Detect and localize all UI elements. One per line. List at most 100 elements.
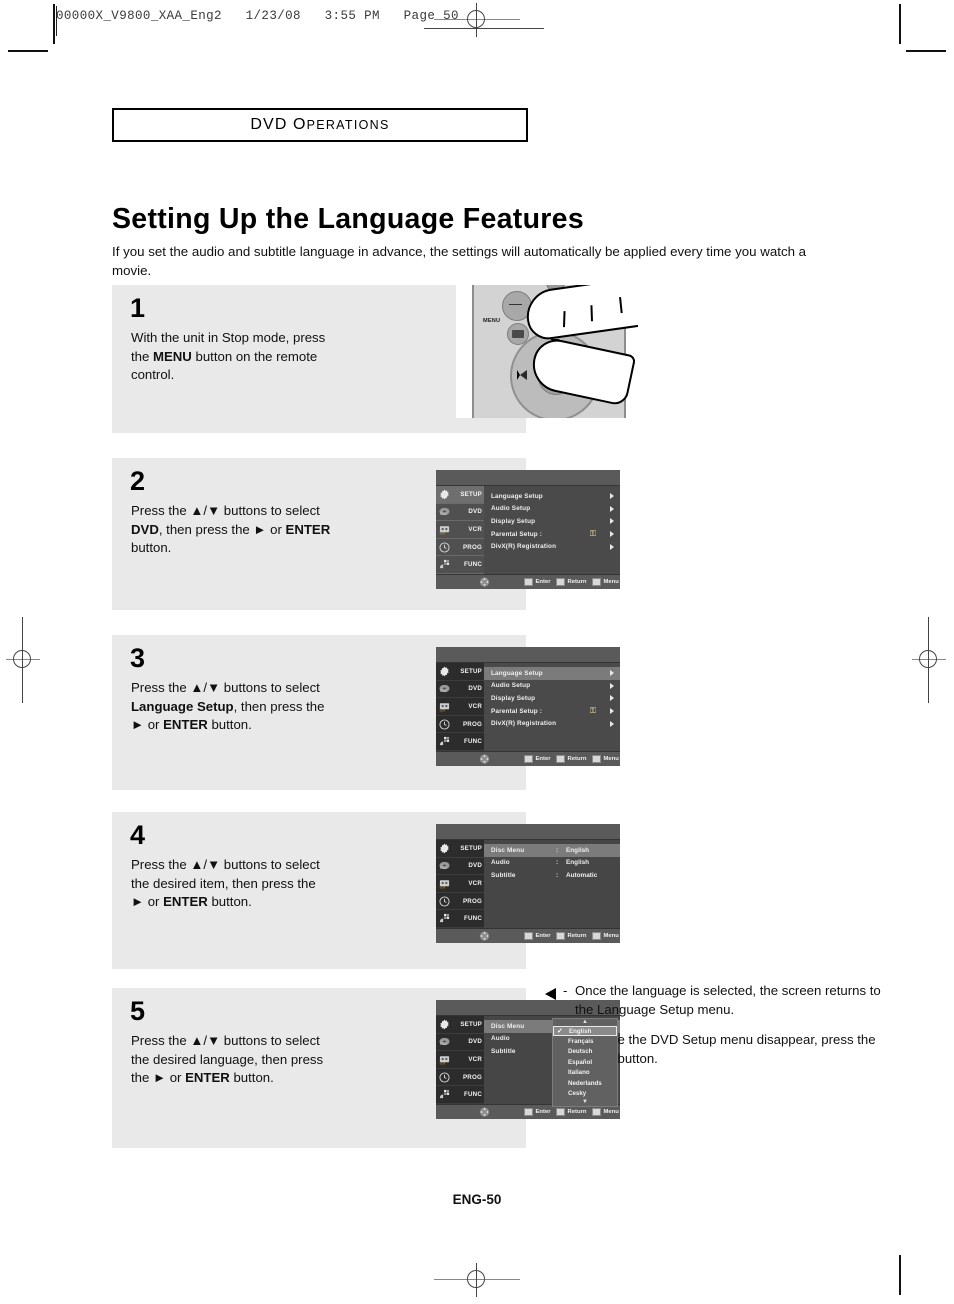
clock-icon: [439, 896, 450, 907]
osd-sidebar-item-dvd[interactable]: DVD DVD: [436, 1034, 484, 1052]
osd-menu-item-language-setup[interactable]: Language Setup: [484, 667, 620, 680]
osd-footer-menu: Menu: [592, 932, 619, 940]
osd-sidebar-item-vcr[interactable]: VCR VCR: [436, 875, 484, 893]
osd-sidebar-item-func[interactable]: FUNC: [436, 733, 484, 751]
prepress-underline: [424, 28, 544, 29]
osd-footer-enter: Enter: [524, 932, 551, 940]
step-block-5: 5 Press the ▲/▼ buttons to select the de…: [112, 988, 620, 1148]
enter-key-icon: [524, 932, 533, 940]
registration-mark-bottom: [434, 1263, 520, 1297]
clock-icon: [439, 1072, 450, 1083]
osd-menu-item-display-setup[interactable]: Display Setup: [484, 515, 620, 528]
osd-colon: :: [556, 846, 559, 854]
language-option-italiano[interactable]: Italiano: [553, 1068, 617, 1078]
osd-language-label: Subtitle: [491, 1047, 516, 1055]
menu-key-icon: [592, 578, 601, 586]
osd-sidebar-item-vcr[interactable]: VCR VCR: [436, 1051, 484, 1069]
osd-sidebar-item-func[interactable]: FUNC: [436, 910, 484, 928]
section-header-word-first: O: [293, 116, 307, 133]
osd-titlebar: [436, 470, 620, 486]
step-text-2: Press the ▲/▼ buttons to select DVD, the…: [131, 502, 331, 558]
cassette-icon: VCR: [439, 1054, 450, 1065]
osd-menu-item-language-setup[interactable]: Language Setup: [484, 490, 620, 503]
osd-sidebar-label-func: FUNC: [464, 561, 482, 569]
osd-sidebar-label-setup: SETUP: [460, 667, 482, 675]
return-key-icon: [556, 755, 565, 763]
menu-key-icon: [592, 1108, 601, 1116]
osd-sidebar-label-prog: PROG: [462, 720, 482, 728]
osd-sidebar-item-dvd[interactable]: DVD DVD: [436, 504, 484, 522]
osd-menu-item-parental-setup[interactable]: Parental Setup : ⚿: [484, 705, 620, 718]
enter-key-icon: [524, 578, 533, 586]
minus-glyph: —: [509, 296, 522, 311]
note-dash: -: [563, 983, 568, 998]
osd-sidebar-item-setup[interactable]: SETUP: [436, 663, 484, 681]
osd-menu-label: Display Setup: [491, 694, 536, 702]
osd-language-item-audio[interactable]: Audio : English: [484, 857, 620, 870]
language-option-deutsch[interactable]: Deutsch: [553, 1047, 617, 1057]
function-grid-icon: [439, 913, 450, 924]
osd-sidebar-label-dvd: DVD: [468, 508, 482, 516]
osd-menu-item-audio-setup[interactable]: Audio Setup: [484, 680, 620, 693]
osd-sidebar-item-vcr[interactable]: VCR VCR: [436, 698, 484, 716]
step-text-3-bold-enter: ENTER: [163, 717, 208, 733]
osd-sidebar-item-prog[interactable]: PROG: [436, 539, 484, 557]
osd-sidebar-item-func[interactable]: FUNC: [436, 1086, 484, 1104]
step-block-1: 1 With the unit in Stop mode, press the …: [112, 285, 638, 433]
language-option-english[interactable]: ✓ English: [553, 1026, 617, 1037]
osd-sidebar-item-prog[interactable]: PROG: [436, 716, 484, 734]
osd-sidebar-item-dvd[interactable]: DVD DVD: [436, 681, 484, 699]
step-number-2: 2: [130, 466, 146, 496]
language-option-francais[interactable]: Français: [553, 1036, 617, 1046]
language-options-dropdown[interactable]: ▲ ✓ English Français Deutsch Español Ita…: [552, 1018, 618, 1107]
osd-menu-item-parental-setup[interactable]: Parental Setup : ⚿: [484, 528, 620, 541]
osd-sidebar-item-vcr[interactable]: VCR VCR: [436, 521, 484, 539]
step-text-3: Press the ▲/▼ buttons to select Language…: [131, 679, 331, 735]
osd-sidebar: SETUP DVD DVD VCR VCR PROG FUNC: [436, 486, 484, 574]
osd-sidebar-item-setup[interactable]: SETUP: [436, 486, 484, 504]
osd-sidebar-item-prog[interactable]: PROG: [436, 1069, 484, 1087]
cassette-icon: VCR: [439, 524, 450, 535]
language-option-espanol[interactable]: Español: [553, 1057, 617, 1067]
osd-setup-menu-list: Language Setup Audio Setup Display Setup…: [484, 663, 620, 751]
osd-sidebar-item-dvd[interactable]: DVD DVD: [436, 858, 484, 876]
osd-language-label: Subtitle: [491, 871, 516, 879]
scroll-down-arrow-icon[interactable]: ▼: [553, 1099, 617, 1106]
language-option-cesky[interactable]: Cesky: [553, 1088, 617, 1098]
osd-footer-return: Return: [556, 578, 586, 586]
language-option-nederlands[interactable]: Nederlands: [553, 1078, 617, 1088]
osd-sidebar-item-prog[interactable]: PROG: [436, 893, 484, 911]
chevron-right-icon: [610, 543, 614, 550]
osd-footer-menu: Menu: [592, 1108, 619, 1116]
clock-icon: [439, 719, 450, 730]
osd-sidebar-item-func[interactable]: FUNC: [436, 556, 484, 574]
osd-menu-item-display-setup[interactable]: Display Setup: [484, 692, 620, 705]
osd-footer-enter: Enter: [524, 1108, 551, 1116]
osd-sidebar: SETUP DVD DVD VCR VCR PROG FUNC: [436, 840, 484, 928]
enter-key-icon: [524, 1108, 533, 1116]
step-text-1-bold-menu: MENU: [153, 348, 192, 364]
osd-colon: :: [556, 871, 559, 879]
osd-sidebar-label-dvd: DVD: [468, 862, 482, 870]
osd-menu-item-audio-setup[interactable]: Audio Setup: [484, 503, 620, 516]
section-header-box: DVD OPERATIONS: [112, 108, 528, 142]
osd-sidebar: SETUP DVD DVD VCR VCR PROG FUNC: [436, 663, 484, 751]
osd-sidebar-item-setup[interactable]: SETUP: [436, 840, 484, 858]
scroll-up-arrow-icon[interactable]: ▲: [553, 1019, 617, 1026]
osd-footer-enter: Enter: [524, 578, 551, 586]
osd-menu-item-divx-registration[interactable]: DivX(R) Registration: [484, 717, 620, 730]
osd-footer-bar: Enter Return Menu: [436, 928, 620, 943]
osd-language-item-disc-menu[interactable]: Disc Menu : English: [484, 844, 620, 857]
disc-icon: DVD: [439, 506, 450, 517]
osd-menu-item-divx-registration[interactable]: DivX(R) Registration: [484, 540, 620, 553]
remote-control-illustration: TV VOL TRK/TV CH AUDIO MENU ✶ —: [456, 285, 638, 418]
osd-sidebar-label-prog: PROG: [462, 543, 482, 551]
osd-language-item-subtitle[interactable]: Subtitle : Automatic: [484, 869, 620, 882]
osd-footer-menu: Menu: [592, 578, 619, 586]
osd-sidebar-label-prog: PROG: [462, 897, 482, 905]
osd-sidebar-item-setup[interactable]: SETUP: [436, 1016, 484, 1034]
step-block-3: 3 Press the ▲/▼ buttons to select Langua…: [112, 635, 620, 790]
osd-footer-return: Return: [556, 755, 586, 763]
step-text-2-bold-enter: ENTER: [285, 521, 331, 537]
osd-sidebar-label-setup: SETUP: [460, 490, 482, 498]
